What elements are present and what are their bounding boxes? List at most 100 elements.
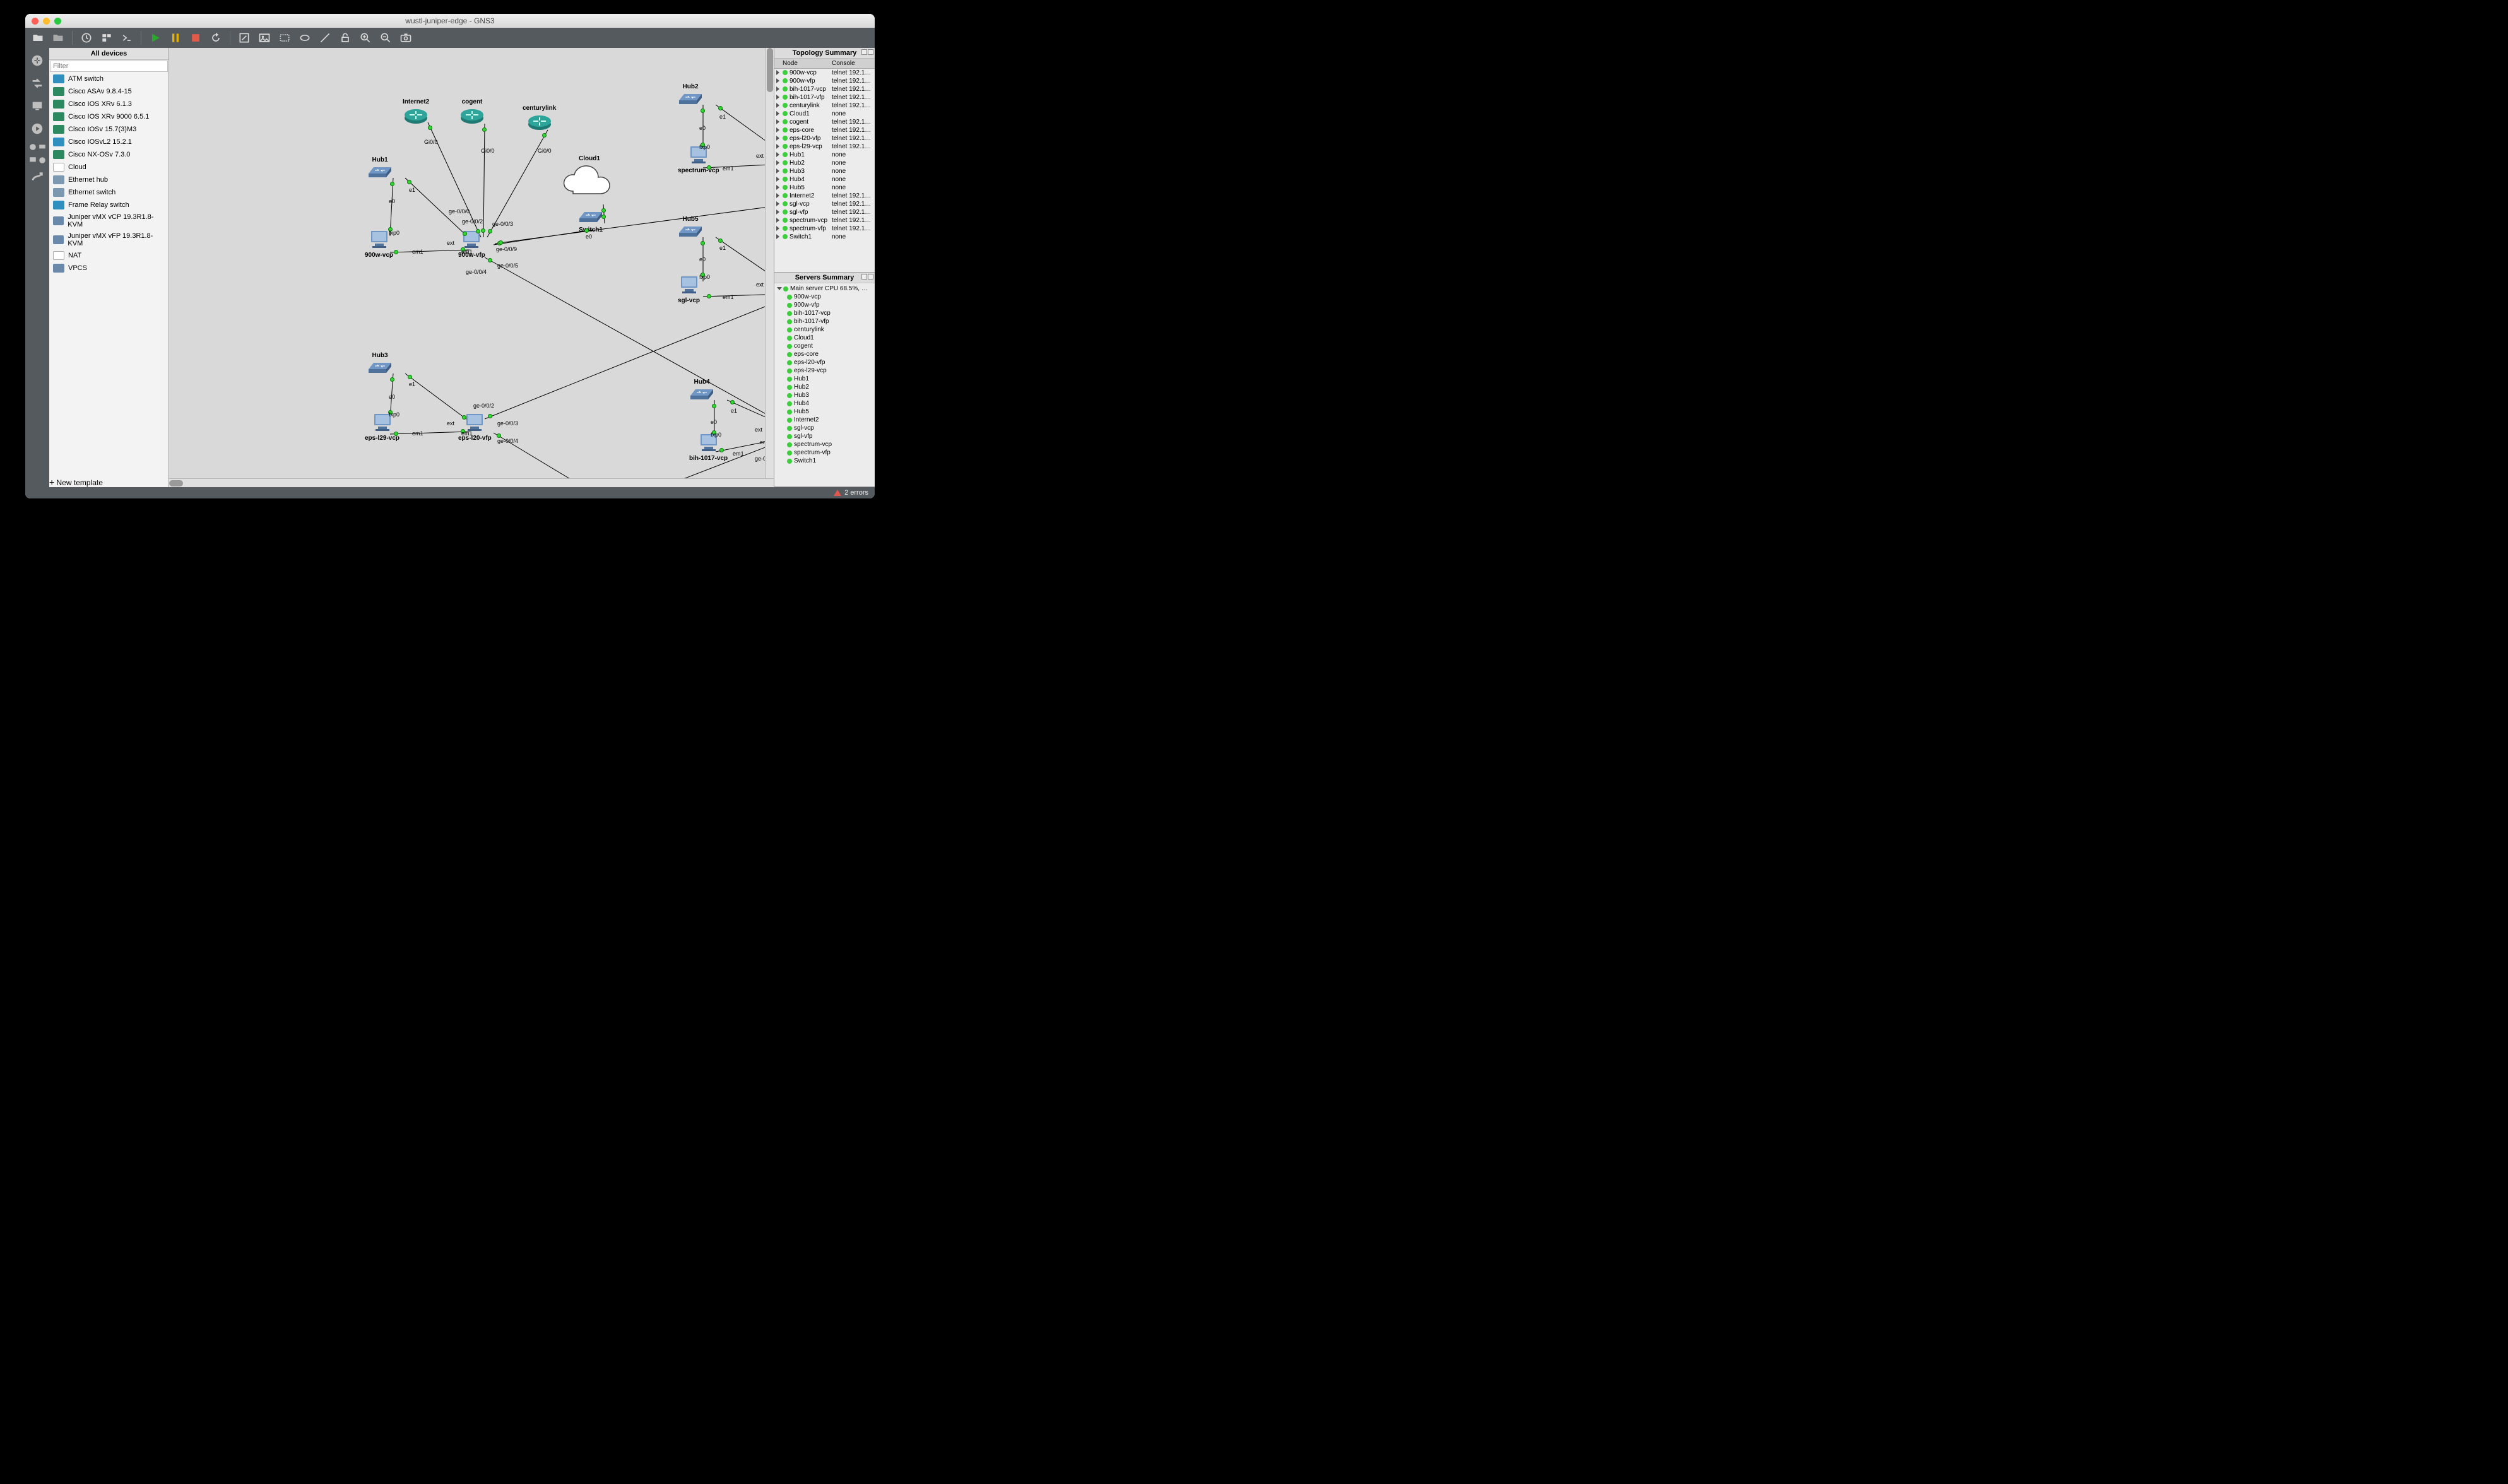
- expand-icon[interactable]: [776, 144, 779, 149]
- panel-float-icon[interactable]: [861, 49, 867, 55]
- server-item[interactable]: spectrum-vfp: [777, 449, 872, 457]
- table-row[interactable]: eps-l29-vcptelnet 192.16…: [774, 143, 875, 151]
- device-item[interactable]: Cisco IOS XRv 6.1.3: [49, 98, 169, 110]
- device-item[interactable]: Ethernet switch: [49, 186, 169, 199]
- node-spectrum_vcp[interactable]: spectrum-vcp: [678, 145, 719, 174]
- expand-icon[interactable]: [776, 103, 779, 108]
- table-row[interactable]: sgl-vcptelnet 192.16…: [774, 200, 875, 208]
- device-item[interactable]: VPCS: [49, 262, 169, 274]
- draw-rect-button[interactable]: [277, 30, 292, 45]
- reload-all-button[interactable]: [208, 30, 223, 45]
- node-hub1[interactable]: Hub1: [367, 156, 393, 180]
- server-item[interactable]: Internet2: [777, 416, 872, 424]
- device-item[interactable]: Cisco IOS XRv 9000 6.5.1: [49, 110, 169, 123]
- server-item[interactable]: sgl-vfp: [777, 432, 872, 440]
- table-row[interactable]: Cloud1none: [774, 110, 875, 118]
- all-devices-category-icon[interactable]: [28, 143, 46, 151]
- console-all-button[interactable]: [119, 30, 134, 45]
- device-item[interactable]: Ethernet hub: [49, 174, 169, 186]
- start-all-button[interactable]: [148, 30, 163, 45]
- minimize-icon[interactable]: [43, 18, 50, 25]
- device-item[interactable]: Cisco ASAv 9.8.4-15: [49, 85, 169, 98]
- expand-icon[interactable]: [776, 168, 779, 174]
- server-item[interactable]: spectrum-vcp: [777, 440, 872, 449]
- expand-icon[interactable]: [776, 234, 779, 239]
- expand-icon[interactable]: [776, 201, 779, 206]
- node-sgl_vcp[interactable]: sgl-vcp: [678, 275, 700, 304]
- server-item[interactable]: eps-core: [777, 350, 872, 358]
- pause-all-button[interactable]: [168, 30, 183, 45]
- node-hub4[interactable]: Hub4: [689, 379, 714, 403]
- panel-float-icon[interactable]: [861, 274, 867, 280]
- switches-category-icon[interactable]: [28, 74, 46, 92]
- table-row[interactable]: Internet2telnet 192.16…: [774, 192, 875, 200]
- device-item[interactable]: Juniper vMX vFP 19.3R1.8-KVM: [49, 230, 169, 249]
- expand-icon[interactable]: [776, 78, 779, 83]
- server-item[interactable]: Hub4: [777, 399, 872, 408]
- show-port-labels-button[interactable]: [99, 30, 114, 45]
- end-devices-category-icon[interactable]: [28, 97, 46, 115]
- expand-icon[interactable]: [776, 185, 779, 190]
- node-centurylink[interactable]: centurylink: [523, 105, 556, 132]
- table-row[interactable]: 900w-vcptelnet 192.16…: [774, 69, 875, 77]
- expand-icon[interactable]: [777, 287, 782, 290]
- expand-icon[interactable]: [776, 226, 779, 231]
- table-row[interactable]: Hub5none: [774, 184, 875, 192]
- vertical-scrollbar[interactable]: [765, 48, 774, 478]
- expand-icon[interactable]: [776, 209, 779, 215]
- screenshot-button[interactable]: [398, 30, 413, 45]
- draw-ellipse-button[interactable]: [297, 30, 312, 45]
- warning-icon[interactable]: [834, 490, 841, 496]
- expand-icon[interactable]: [776, 152, 779, 157]
- panel-close-icon[interactable]: [868, 274, 873, 280]
- table-row[interactable]: eps-coretelnet 192.16…: [774, 126, 875, 134]
- snapshot-button[interactable]: [79, 30, 94, 45]
- node-hub2[interactable]: Hub2: [678, 83, 703, 107]
- horizontal-scrollbar[interactable]: [169, 478, 774, 487]
- expand-icon[interactable]: [776, 218, 779, 223]
- server-item[interactable]: cogent: [777, 342, 872, 350]
- table-row[interactable]: Switch1none: [774, 233, 875, 241]
- open-project-button[interactable]: [30, 30, 45, 45]
- add-link-icon[interactable]: [28, 169, 46, 187]
- insert-picture-button[interactable]: [257, 30, 272, 45]
- server-item[interactable]: centurylink: [777, 326, 872, 334]
- zoom-in-button[interactable]: [358, 30, 373, 45]
- col-console[interactable]: Console: [830, 59, 875, 69]
- server-root[interactable]: Main server CPU 68.5%, …: [777, 285, 872, 293]
- server-item[interactable]: Hub1: [777, 375, 872, 383]
- node-internet2[interactable]: Internet2: [403, 98, 429, 126]
- table-row[interactable]: spectrum-vcptelnet 192.16…: [774, 216, 875, 225]
- expand-icon[interactable]: [776, 119, 779, 124]
- expand-icon[interactable]: [776, 193, 779, 198]
- expand-icon[interactable]: [776, 136, 779, 141]
- server-item[interactable]: eps-l29-vcp: [777, 367, 872, 375]
- table-row[interactable]: Hub2none: [774, 159, 875, 167]
- new-template-button[interactable]: + New template: [49, 478, 169, 487]
- save-project-button[interactable]: [50, 30, 66, 45]
- device-item[interactable]: NAT: [49, 249, 169, 262]
- panel-close-icon[interactable]: [868, 49, 873, 55]
- topology-summary-header[interactable]: Topology Summary: [774, 48, 875, 59]
- device-item[interactable]: Cisco NX-OSv 7.3.0: [49, 148, 169, 161]
- server-item[interactable]: Hub2: [777, 383, 872, 391]
- table-row[interactable]: centurylinktelnet 192.16…: [774, 102, 875, 110]
- device-item[interactable]: Cisco IOSv 15.7(3)M3: [49, 123, 169, 136]
- topology-table[interactable]: Node Console 900w-vcptelnet 192.16…900w-…: [774, 59, 875, 272]
- node-cogent[interactable]: cogent: [459, 98, 485, 126]
- server-item[interactable]: Switch1: [777, 457, 872, 465]
- node-hub3[interactable]: Hub3: [367, 352, 393, 376]
- server-item[interactable]: bih-1017-vfp: [777, 317, 872, 326]
- server-item[interactable]: Hub3: [777, 391, 872, 399]
- device-item[interactable]: Frame Relay switch: [49, 199, 169, 211]
- topology-canvas[interactable]: Internet2cogentcenturylinkCloud1Switch1H…: [169, 48, 774, 478]
- device-list[interactable]: ATM switchCisco ASAv 9.8.4-15Cisco IOS X…: [49, 73, 169, 478]
- table-row[interactable]: 900w-vfptelnet 192.16…: [774, 77, 875, 85]
- server-item[interactable]: 900w-vfp: [777, 301, 872, 309]
- table-row[interactable]: bih-1017-vfptelnet 192.16…: [774, 93, 875, 102]
- add-note-button[interactable]: [237, 30, 252, 45]
- table-row[interactable]: Hub3none: [774, 167, 875, 175]
- table-row[interactable]: Hub4none: [774, 175, 875, 184]
- server-item[interactable]: Hub5: [777, 408, 872, 416]
- zoom-out-button[interactable]: [378, 30, 393, 45]
